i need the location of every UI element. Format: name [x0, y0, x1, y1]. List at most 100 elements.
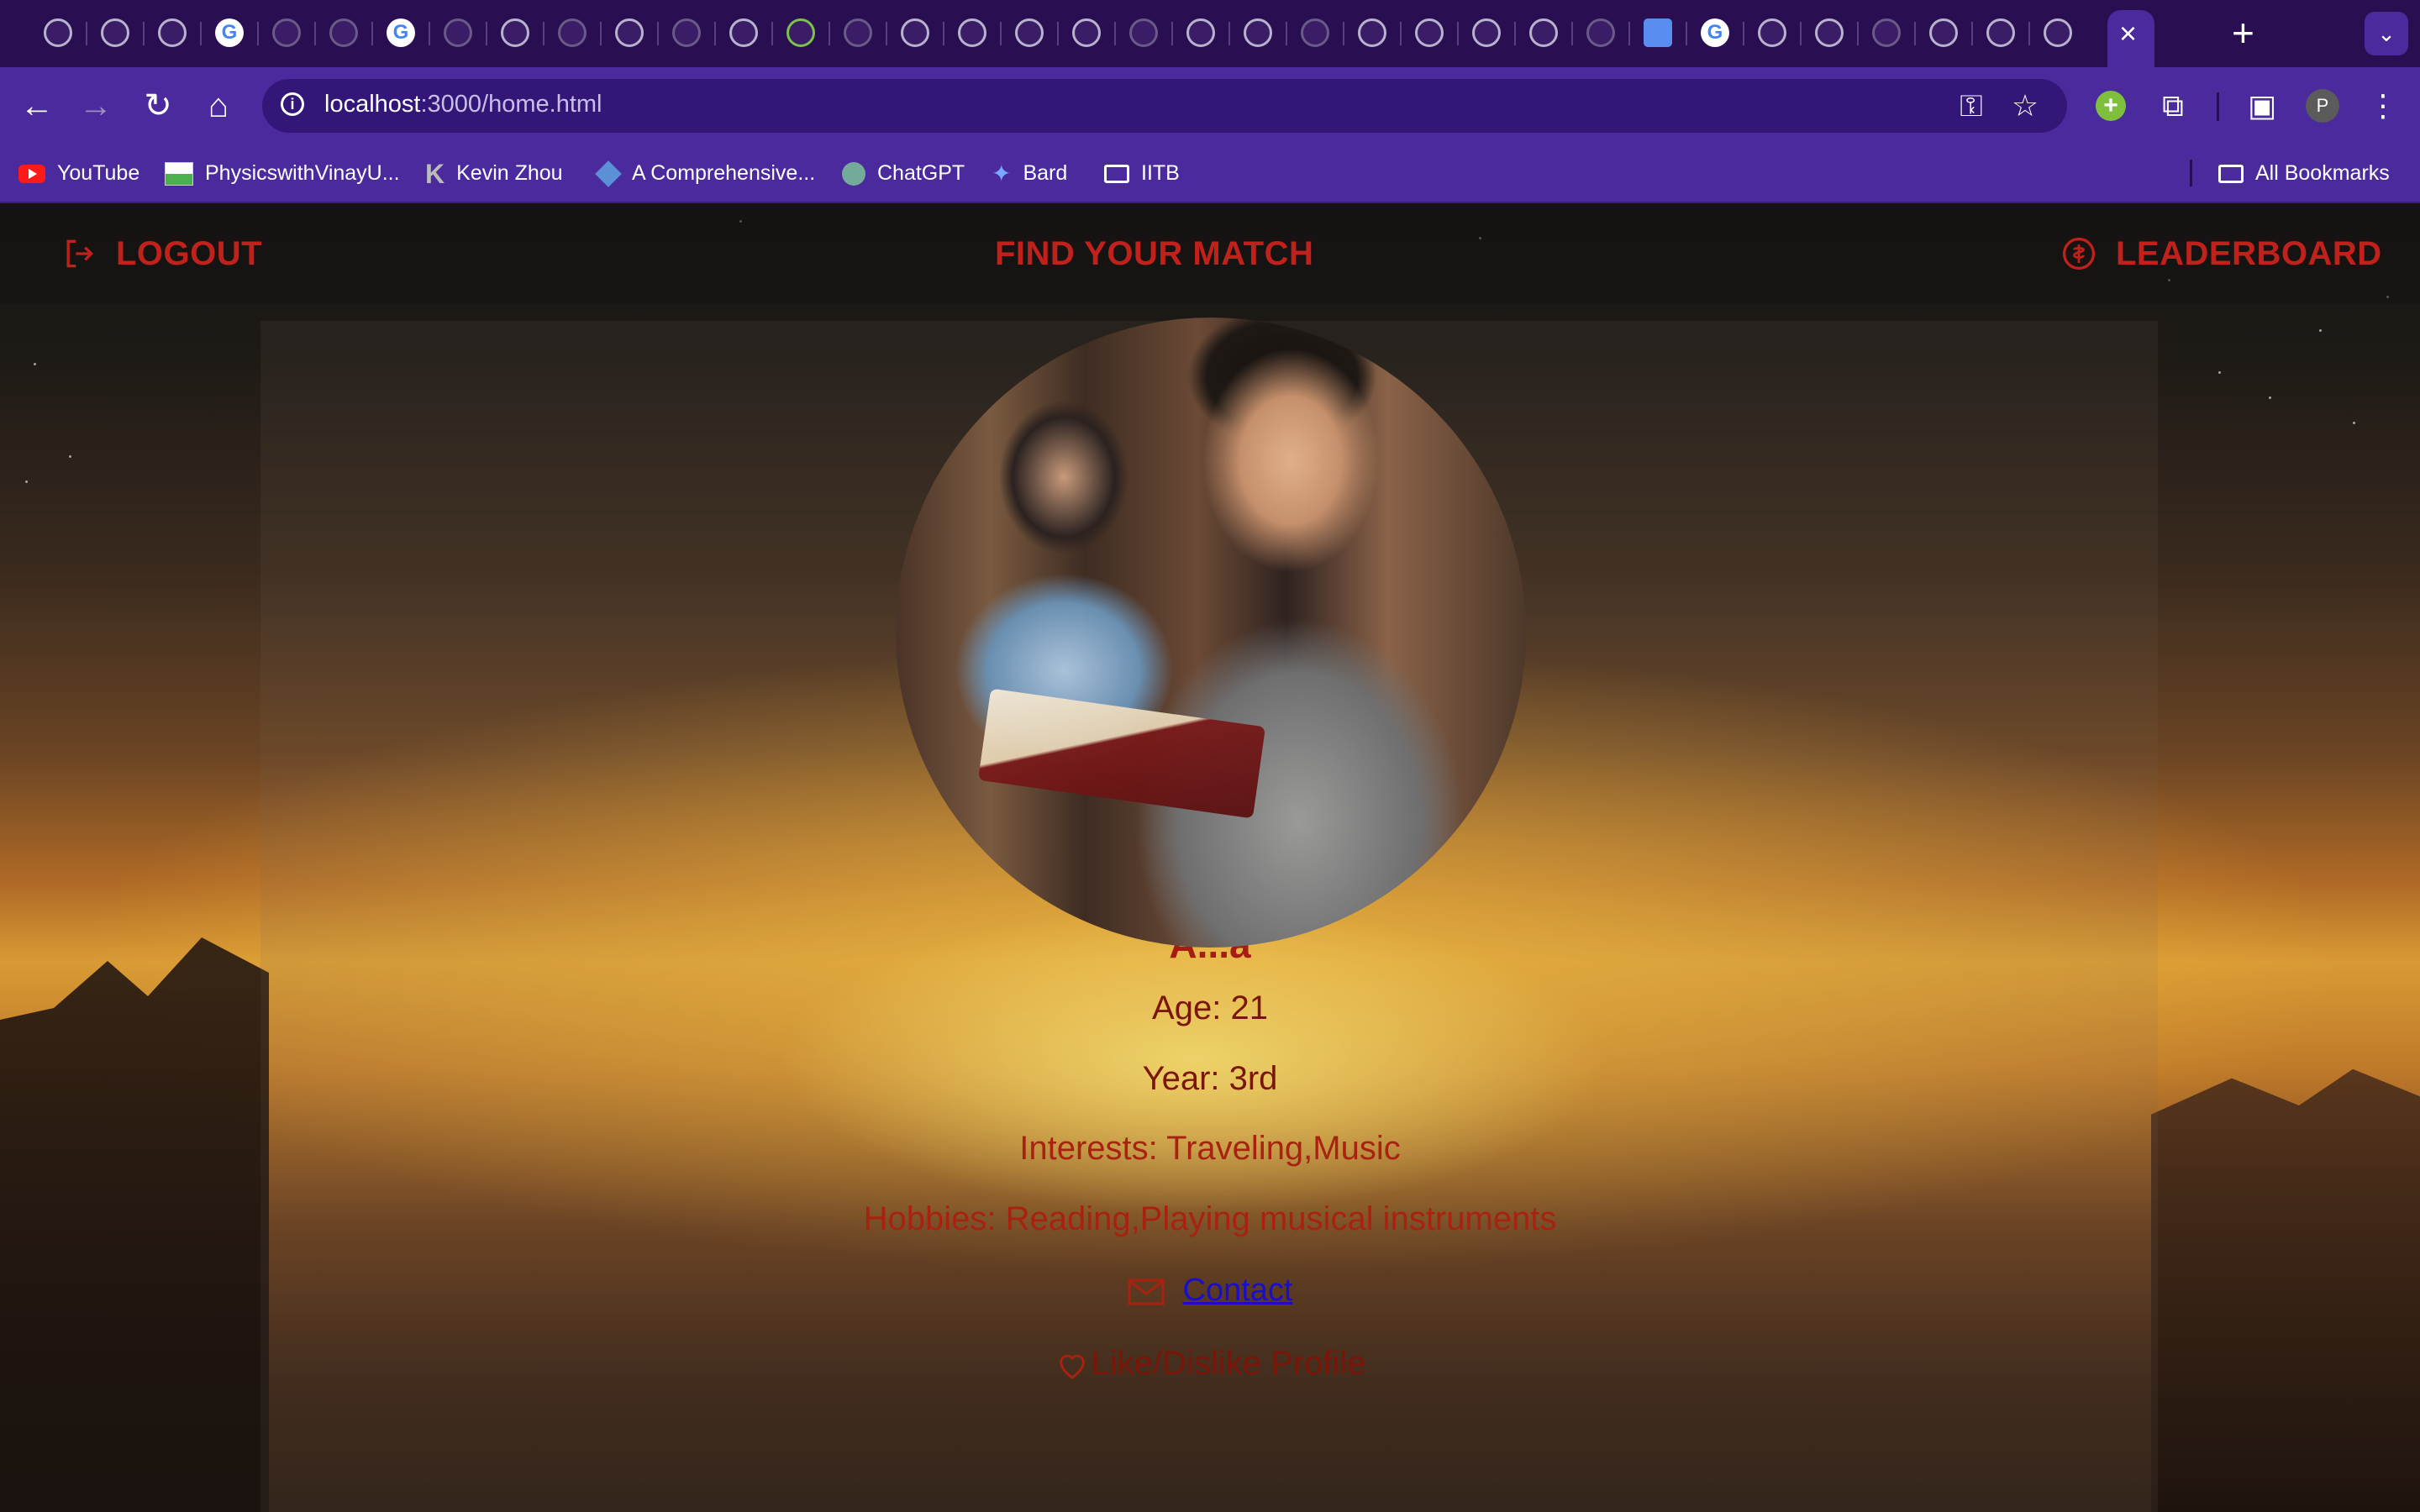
page-title[interactable]: FIND YOUR MATCH — [995, 234, 1313, 274]
chatgpt-icon — [842, 162, 865, 186]
bookmark-chatgpt[interactable]: ChatGPT — [842, 160, 965, 186]
star-dot — [34, 363, 36, 365]
bookmark-folder-iitb[interactable]: IITB — [1104, 160, 1180, 186]
tab-favicon-icon[interactable] — [387, 18, 415, 47]
like-dislike-button[interactable]: Like/Dislike Profile — [0, 1342, 2420, 1384]
home-icon[interactable]: ⌂ — [198, 86, 239, 126]
tab-favicon-icon[interactable] — [215, 18, 244, 47]
tab-favicon-icon[interactable] — [272, 18, 301, 47]
tab-favicon-icon[interactable] — [672, 18, 701, 47]
logout-link[interactable]: LOGOUT — [116, 234, 262, 274]
tab-favicon-icon[interactable] — [844, 18, 872, 47]
tab-favicon-icon[interactable] — [1586, 18, 1615, 47]
tab-favicon-icon[interactable] — [1929, 18, 1958, 47]
bookmark-kevin-zhou[interactable]: K Kevin Zhou — [425, 159, 563, 190]
tab-separator — [1457, 22, 1459, 45]
close-tab-icon[interactable]: × — [2119, 17, 2137, 50]
leaderboard-link[interactable]: LEADERBOARD — [2116, 234, 2382, 274]
tab-favicon-icon[interactable] — [101, 18, 129, 47]
tab-favicon-icon[interactable] — [1015, 18, 1044, 47]
star-dot — [69, 455, 71, 458]
tab-separator — [200, 22, 202, 45]
tab-separator — [1286, 22, 1287, 45]
tab-separator — [543, 22, 544, 45]
page-viewport: LOGOUT FIND YOUR MATCH LEADERBOARD A...a… — [0, 203, 2420, 1512]
tab-favicon-icon[interactable] — [1244, 18, 1272, 47]
tab-separator — [1686, 22, 1687, 45]
tab-separator — [714, 22, 716, 45]
tab-favicon-icon[interactable] — [1986, 18, 2015, 47]
tab-favicon-icon[interactable] — [1815, 18, 1844, 47]
tab-favicon-icon[interactable] — [444, 18, 472, 47]
tab-separator — [1171, 22, 1173, 45]
all-bookmarks-folder[interactable]: All Bookmarks — [2218, 160, 2390, 186]
extensions-puzzle-icon[interactable]: ⧉ — [2153, 86, 2193, 126]
password-key-icon[interactable]: ⚿ — [1954, 89, 1988, 123]
tab-separator — [1000, 22, 1002, 45]
cube-icon — [595, 160, 622, 188]
tab-separator — [829, 22, 830, 45]
tab-favicon-icon[interactable] — [501, 18, 529, 47]
star-dot — [2218, 371, 2221, 374]
tab-favicon-icon[interactable] — [1358, 18, 1386, 47]
new-tab-button[interactable]: + — [2232, 12, 2254, 54]
tab-favicon-icon[interactable] — [1072, 18, 1101, 47]
logout-icon[interactable] — [60, 235, 97, 272]
star-dot — [25, 480, 28, 483]
tab-separator — [429, 22, 430, 45]
bookmark-bard[interactable]: ✦ Bard — [992, 160, 1067, 186]
tab-separator — [2028, 22, 2030, 45]
contact-row: Contact — [0, 1270, 2420, 1310]
folder-icon — [1104, 165, 1129, 184]
back-icon[interactable]: ← — [17, 86, 57, 126]
contact-link[interactable]: Contact — [1183, 1273, 1293, 1308]
like-dislike-label[interactable]: Like/Dislike Profile — [1092, 1345, 1366, 1382]
bookmark-youtube[interactable]: YouTube — [18, 160, 139, 186]
forward-icon[interactable]: → — [76, 86, 116, 126]
tab-favicon-icon[interactable] — [1701, 18, 1729, 47]
heart-icon[interactable] — [1055, 1348, 1090, 1382]
tab-favicon-icon[interactable] — [1186, 18, 1215, 47]
tab-favicon-icon[interactable] — [729, 18, 758, 47]
tab-separator — [1400, 22, 1402, 45]
tab-favicon-icon[interactable] — [615, 18, 644, 47]
leaderboard-icon[interactable] — [2060, 235, 2097, 272]
tab-favicon-icon[interactable] — [1758, 18, 1786, 47]
tab-favicon-icon[interactable] — [158, 18, 187, 47]
address-bar[interactable]: i localhost:3000/home.html ⚿ ☆ — [262, 79, 2067, 133]
tab-favicon-icon[interactable] — [2044, 18, 2072, 47]
tab-favicon-icon[interactable] — [1301, 18, 1329, 47]
menu-kebab-icon[interactable]: ⋮ — [2363, 86, 2403, 126]
bookmark-star-icon[interactable]: ☆ — [2008, 89, 2042, 123]
tab-separator — [1743, 22, 1744, 45]
tab-separator — [1114, 22, 1116, 45]
site-info-icon[interactable]: i — [281, 92, 304, 116]
tab-favicon-icon[interactable] — [329, 18, 358, 47]
profile-avatar[interactable]: P — [2306, 89, 2339, 123]
reload-icon[interactable]: ↻ — [138, 86, 178, 126]
tab-separator — [600, 22, 602, 45]
profile-interests: Interests: Traveling,Music — [1019, 1130, 1401, 1167]
tab-favicon-icon[interactable] — [1129, 18, 1158, 47]
tab-favicon-icon[interactable] — [1529, 18, 1558, 47]
tab-separator — [1857, 22, 1859, 45]
star-dot — [2353, 422, 2355, 424]
bookmark-physicswithvinay[interactable]: PhysicswithVinayU... — [165, 160, 400, 186]
tab-favicon-icon[interactable] — [44, 18, 72, 47]
tab-favicon-icon[interactable] — [1872, 18, 1901, 47]
tab-favicon-icon[interactable] — [786, 18, 815, 47]
profile-photo — [896, 318, 1526, 948]
extension-green-icon[interactable]: + — [2096, 91, 2126, 121]
tab-favicon-icon[interactable] — [558, 18, 587, 47]
tab-favicon-icon[interactable] — [1472, 18, 1501, 47]
side-panel-icon[interactable]: ▣ — [2242, 86, 2282, 126]
url-text[interactable]: localhost:3000/home.html — [324, 91, 602, 118]
tab-separator — [86, 22, 87, 45]
tab-favicon-icon[interactable] — [958, 18, 986, 47]
tab-favicon-icon[interactable] — [1644, 18, 1672, 47]
tab-favicon-icon[interactable] — [1415, 18, 1444, 47]
tab-search-button[interactable]: ⌄ — [2365, 12, 2408, 55]
tab-favicon-icon[interactable] — [901, 18, 929, 47]
bookmark-a-comprehensive[interactable]: A Comprehensive... — [595, 160, 815, 188]
k-icon: K — [425, 159, 445, 190]
